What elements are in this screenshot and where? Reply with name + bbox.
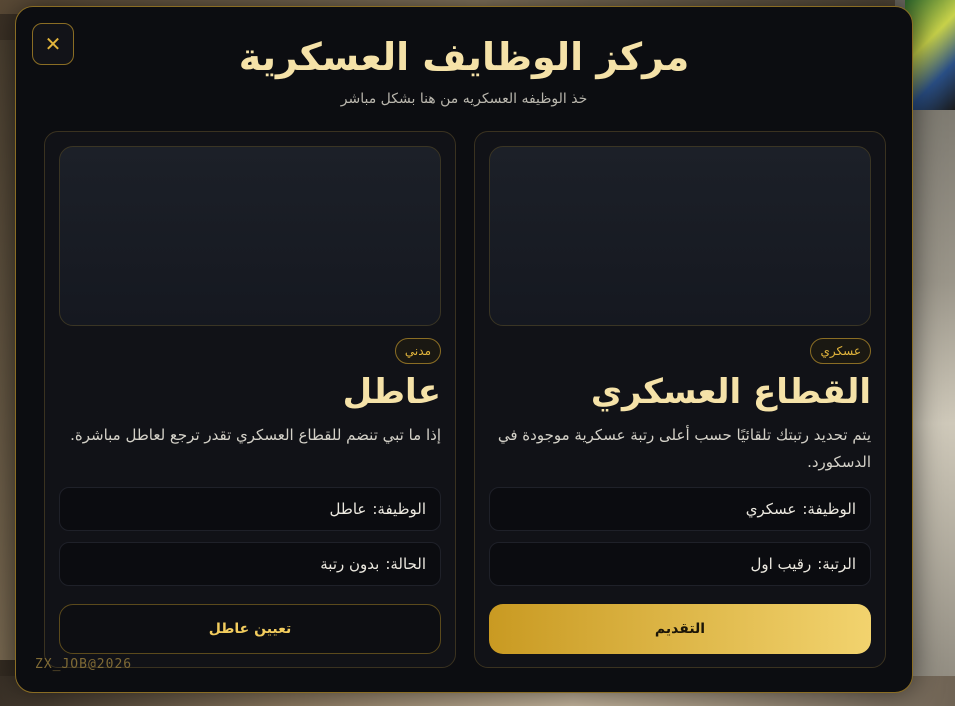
military-card-heading: القطاع العسكري	[590, 372, 871, 412]
unemployed-card-image	[59, 146, 441, 326]
job-label: الوظيفة:	[802, 500, 856, 518]
unemployed-card-description: إذا ما تبي تنضم للقطاع العسكري تقدر ترجع…	[70, 426, 441, 444]
job-value: عسكري	[745, 500, 797, 518]
military-job-field: الوظيفة: عسكري	[489, 487, 871, 531]
status-label: الحالة:	[385, 555, 426, 573]
military-rank-field: الرتبة: رقيب اول	[489, 542, 871, 586]
unemployed-card-heading: عاطل	[342, 372, 441, 412]
military-job-card: عسكري القطاع العسكري يتم تحديد رتبتك تلق…	[474, 131, 886, 668]
military-card-description: يتم تحديد رتبتك تلقائيًا حسب أعلى رتبة ع…	[497, 426, 871, 471]
set-unemployed-button[interactable]: تعيين عاطل	[59, 604, 441, 654]
unemployed-job-field: الوظيفة: عاطل	[59, 487, 441, 531]
rank-label: الرتبة:	[817, 555, 856, 573]
job-center-modal: ✕ مركز الوظايف العسكرية خذ الوظيفه العسك…	[15, 6, 913, 693]
apply-button[interactable]: التقديم	[489, 604, 871, 654]
unemployed-status-field: الحالة: بدون رتبة	[59, 542, 441, 586]
military-card-image	[489, 146, 871, 326]
modal-subtitle: خذ الوظيفه العسكريه من هنا بشكل مباشر	[340, 91, 588, 107]
unemployed-job-card: مدني عاطل إذا ما تبي تنضم للقطاع العسكري…	[44, 131, 456, 668]
rank-value: رقيب اول	[750, 555, 812, 573]
job-value: عاطل	[329, 500, 367, 518]
status-value: بدون رتبة	[320, 555, 380, 573]
military-badge: عسكري	[810, 338, 871, 364]
footer-tag: ZX_JOB@2026	[35, 657, 133, 672]
civilian-badge: مدني	[394, 338, 441, 364]
job-label: الوظيفة:	[372, 500, 426, 518]
modal-title: مركز الوظايف العسكرية	[238, 35, 690, 79]
